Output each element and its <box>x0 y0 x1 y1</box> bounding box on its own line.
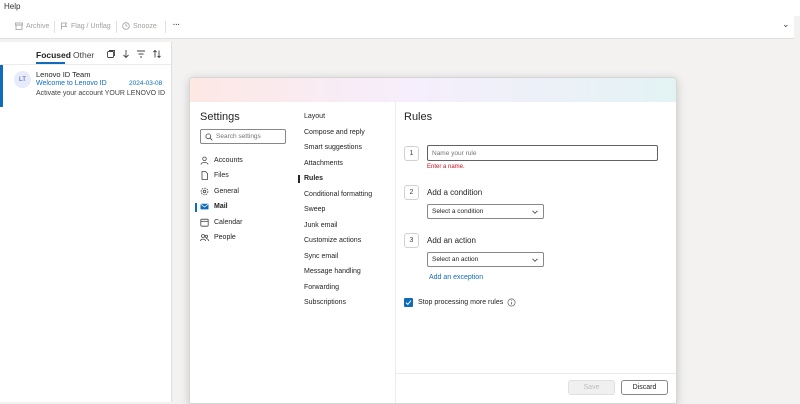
step-number: 2 <box>404 185 419 200</box>
section-active-indicator <box>298 175 300 183</box>
action-dropdown[interactable]: Select an action <box>427 252 544 267</box>
step-number: 3 <box>404 233 419 248</box>
info-icon[interactable] <box>507 298 516 307</box>
nav-item-mail[interactable]: Mail <box>200 199 228 213</box>
rules-title: Rules <box>404 111 433 123</box>
people-icon <box>200 233 209 241</box>
settings-section-rules[interactable]: Rules <box>304 175 323 182</box>
settings-section-message-handling[interactable]: Message handling <box>304 268 361 275</box>
flag-icon <box>61 22 68 30</box>
sort-icon[interactable] <box>152 49 162 59</box>
more-label: ··· <box>173 22 180 29</box>
settings-section-attachments[interactable]: Attachments <box>304 160 343 167</box>
filter-icon[interactable] <box>136 49 146 59</box>
nav-item-calendar[interactable]: Calendar <box>200 215 242 229</box>
chevron-down-icon <box>532 210 538 214</box>
toolbar-divider <box>116 21 117 33</box>
condition-label: Add a condition <box>427 188 483 197</box>
mail-preview: Activate your account YOUR LENOVO ID <box>36 90 166 97</box>
nav-item-label: Mail <box>214 202 228 210</box>
settings-section-subscriptions[interactable]: Subscriptions <box>304 299 346 306</box>
pane-divider <box>395 102 396 403</box>
list-item[interactable]: LT Lenovo ID Team Welcome to Lenovo ID 2… <box>0 65 171 107</box>
mail-icon <box>200 203 209 209</box>
archive-label: Archive <box>26 22 50 30</box>
rule-name-input[interactable] <box>427 145 658 161</box>
flag-label: Flag / Unflag <box>71 22 111 30</box>
dialog-header-gradient <box>190 78 676 102</box>
settings-dialog: Settings Accounts Files General Mail Cal… <box>189 77 677 404</box>
condition-dropdown[interactable]: Select a condition <box>427 204 544 219</box>
snooze-label: Snooze <box>133 22 157 30</box>
dialog-footer-divider <box>396 373 676 374</box>
top-menu-bar: Help <box>0 0 800 16</box>
mail-date: 2024-03-08 <box>129 80 163 87</box>
mail-subject: Welcome to Lenovo ID <box>36 80 107 87</box>
archive-button[interactable]: Archive <box>15 22 49 30</box>
chevron-down-icon <box>532 258 538 262</box>
tab-focused[interactable]: Focused <box>36 50 71 60</box>
stop-processing-label: Stop processing more rules <box>418 299 504 306</box>
command-toolbar: Archive Flag / Unflag Snooze ··· ⌄ <box>0 16 794 39</box>
settings-section-conditional-formatting[interactable]: Conditional formatting <box>304 191 372 198</box>
search-icon <box>205 133 213 141</box>
archive-icon <box>15 22 23 30</box>
gear-icon <box>200 187 209 195</box>
settings-section-sync-email[interactable]: Sync email <box>304 253 338 260</box>
nav-item-people[interactable]: People <box>200 230 236 244</box>
toolbar-divider <box>165 21 166 33</box>
action-label: Add an action <box>427 236 476 245</box>
discard-button[interactable]: Discard <box>621 380 668 395</box>
nav-item-general[interactable]: General <box>200 184 239 198</box>
copy-icon[interactable] <box>106 49 116 59</box>
tab-focused-indicator <box>36 62 65 64</box>
settings-title: Settings <box>200 111 240 123</box>
clock-icon <box>122 22 130 30</box>
nav-item-label: Accounts <box>214 156 243 164</box>
settings-section-smart-suggestions[interactable]: Smart suggestions <box>304 144 362 151</box>
chevron-down-icon: ⌄ <box>782 19 790 29</box>
rule-name-error: Enter a name. <box>427 164 465 170</box>
nav-item-label: People <box>214 233 236 241</box>
add-exception-link[interactable]: Add an exception <box>429 274 483 281</box>
nav-item-label: General <box>214 187 239 195</box>
nav-item-files[interactable]: Files <box>200 168 229 182</box>
more-actions-button[interactable]: ··· <box>173 22 180 29</box>
condition-dropdown-value: Select a condition <box>432 208 484 215</box>
settings-section-layout[interactable]: Layout <box>304 113 325 120</box>
flag-button[interactable]: Flag / Unflag <box>60 22 111 30</box>
calendar-icon <box>200 218 209 227</box>
person-icon <box>200 156 209 165</box>
avatar: LT <box>14 71 31 88</box>
nav-item-label: Files <box>214 171 229 179</box>
settings-search-input[interactable] <box>216 131 284 142</box>
nav-active-indicator <box>195 203 197 212</box>
tab-other[interactable]: Other <box>73 50 94 60</box>
settings-section-forwarding[interactable]: Forwarding <box>304 284 339 291</box>
settings-section-sweep[interactable]: Sweep <box>304 206 325 213</box>
file-icon <box>201 170 208 180</box>
settings-section-customize-actions[interactable]: Customize actions <box>304 237 361 244</box>
checkmark-icon <box>405 300 412 306</box>
inbox-tabs: Focused Other <box>0 42 171 65</box>
settings-search-box[interactable] <box>200 129 286 144</box>
nav-item-accounts[interactable]: Accounts <box>200 153 243 167</box>
nav-item-label: Calendar <box>214 218 243 226</box>
toolbar-divider <box>54 21 55 33</box>
arrow-down-icon[interactable] <box>121 49 131 59</box>
save-button[interactable]: Save <box>568 380 615 395</box>
sender-name: Lenovo ID Team <box>36 70 91 79</box>
step-number: 1 <box>404 146 419 161</box>
message-list: Focused Other LT Lenovo ID Team Welcome … <box>0 42 172 402</box>
expand-toolbar-button[interactable]: ⌄ <box>782 19 790 30</box>
settings-section-junk-email[interactable]: Junk email <box>304 222 337 229</box>
settings-section-compose-and-reply[interactable]: Compose and reply <box>304 129 365 136</box>
help-menu[interactable]: Help <box>4 2 20 11</box>
action-dropdown-value: Select an action <box>432 256 479 263</box>
stop-processing-checkbox[interactable] <box>404 298 413 307</box>
snooze-button[interactable]: Snooze <box>122 22 157 30</box>
